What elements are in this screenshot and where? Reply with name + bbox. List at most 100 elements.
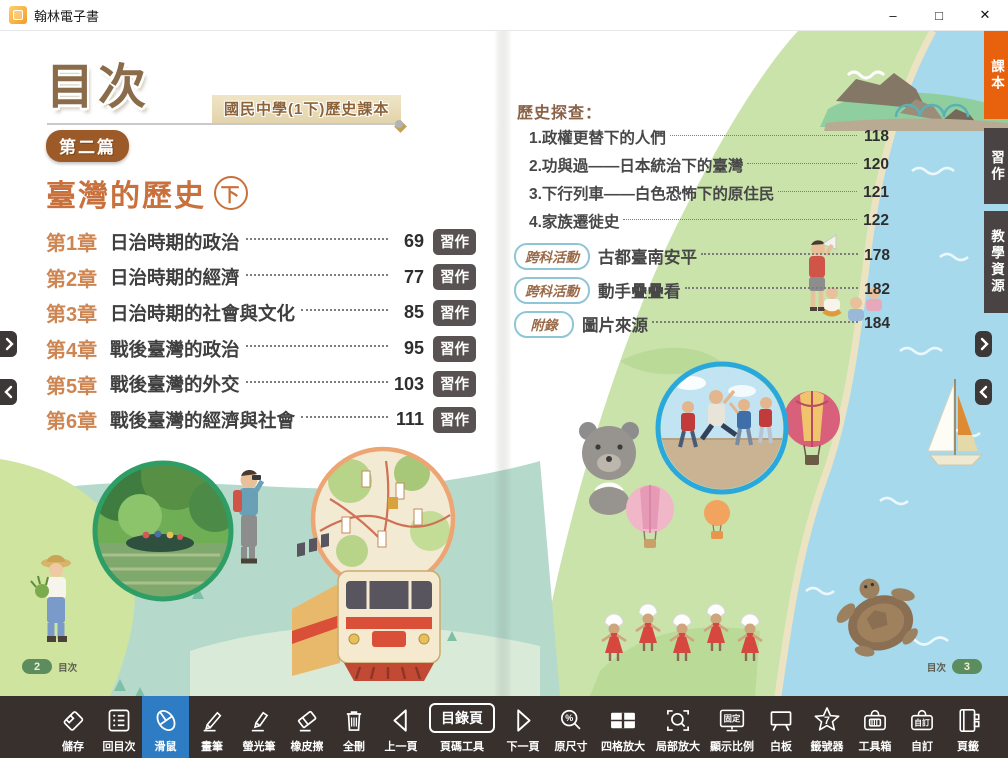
save-icon [56,705,90,736]
toolbar-eraser[interactable]: 橡皮擦 [283,696,331,758]
chapter-page: 111 [392,409,424,430]
chevron-left-icon [3,385,15,399]
tab-textbook[interactable]: 課本 [984,31,1008,119]
page-footer-label: 目次 [927,660,946,674]
window-controls: – □ ✕ [870,0,1008,30]
app-window: 翰林電子書 – □ ✕ [0,0,1008,757]
explore-row[interactable]: 1.政權更替下的人們 118 [529,123,889,151]
toolbar-highlighter[interactable]: 螢光筆 [235,696,283,758]
activity-row[interactable]: 跨科活動 動手疊疊看 182 [514,273,890,307]
page-footer-label: 目次 [58,660,77,674]
activity-list: 跨科活動 古都臺南安平 178 跨科活動 動手疊疊看 182 附錄 圖片來源 1… [514,239,890,341]
toolbar-save[interactable]: 儲存 [50,696,96,758]
toolbar-previous-page[interactable]: 上一頁 [377,696,425,758]
explore-list: 1.政權更替下的人們 118 2.功與過——日本統治下的臺灣 120 3.下行列… [529,123,889,235]
quad-zoom-icon [606,705,640,736]
section-title: 臺灣的歷史 下 [46,171,248,215]
chapter-row[interactable]: 第6章 戰後臺灣的經濟與社會 111 習作 [46,402,476,438]
next-page-icon [506,705,540,736]
workbook-badge[interactable]: 習作 [433,300,476,326]
explore-text: 3.下行列車——白色恐怖下的原住民 [529,182,774,204]
toolbar-display-scale[interactable]: 固定 顯示比例 [705,696,759,758]
whiteboard-icon [764,705,798,736]
tab-workbook[interactable]: 習作 [984,128,1008,204]
svg-text:自訂: 自訂 [914,717,930,727]
right-edge-back-button[interactable] [975,379,992,405]
workbook-badge[interactable]: 習作 [433,264,476,290]
original-size-icon: % [554,705,588,736]
toolbar-custom[interactable]: 自訂 自訂 [899,696,945,758]
chapter-number: 第5章 [46,370,110,399]
left-edge-forward-button[interactable] [0,331,17,357]
toolbar-original-size[interactable]: % 原尺寸 [547,696,595,758]
activity-row[interactable]: 附錄 圖片來源 184 [514,307,890,341]
bottom-toolbar: 儲存 回目次 滑鼠 畫筆 螢光筆 [0,696,1008,758]
chapter-number: 第6章 [46,405,110,434]
chapter-number: 第1章 [46,227,110,256]
toolbar-toolbox[interactable]: 工具箱 [851,696,899,758]
activity-row[interactable]: 跨科活動 古都臺南安平 178 [514,239,890,273]
workbook-badge[interactable]: 習作 [433,229,476,255]
explore-text: 2.功與過——日本統治下的臺灣 [529,154,743,176]
page-tabs-icon [951,705,985,736]
map-illustration-photo [313,449,453,589]
book-subtitle-ribbon: 國民中學(1下)歷史課本 [212,95,401,123]
page-number-pill: 2 [22,659,52,674]
section-title-text: 臺灣的歷史 [46,171,206,215]
chapter-row[interactable]: 第3章 日治時期的社會與文化 85 習作 [46,295,476,331]
chapter-page: 85 [392,302,424,323]
tab-teaching-resources[interactable]: 教學資源 [984,211,1008,313]
explore-row[interactable]: 3.下行列車——白色恐怖下的原住民 121 [529,179,889,207]
chevron-right-icon [3,337,15,351]
toolbar-delete-all[interactable]: 全刪 [331,696,377,758]
explore-heading: 歷史探查： [517,99,602,123]
chapter-number: 第3章 [46,298,110,327]
chapter-row[interactable]: 第1章 日治時期的政治 69 習作 [46,224,476,260]
maximize-button[interactable]: □ [916,0,962,30]
chapter-number: 第2章 [46,263,110,292]
minimize-button[interactable]: – [870,0,916,30]
chapter-row[interactable]: 第5章 戰後臺灣的外交 103 習作 [46,366,476,402]
toolbar-area-zoom[interactable]: 局部放大 [651,696,705,758]
lottery-star-icon: 7 [810,705,844,736]
close-button[interactable]: ✕ [962,0,1008,30]
pen-icon [195,705,229,736]
right-edge-forward-button[interactable] [975,331,992,357]
toolbar-page-tabs[interactable]: 頁籤 [945,696,991,758]
toolbar-number-picker[interactable]: 7 籤號器 [803,696,851,758]
custom-box-icon: 自訂 [905,705,939,736]
workbook-badge[interactable]: 習作 [433,371,476,397]
activity-pill: 跨科活動 [514,243,590,270]
chapter-row[interactable]: 第2章 日治時期的經濟 77 習作 [46,260,476,296]
chevron-right-icon [978,337,990,351]
dotted-leader [670,135,857,136]
toolbar-back-to-toc[interactable]: 回目次 [96,696,142,758]
highlighter-icon [242,705,276,736]
toolbar-quad-zoom[interactable]: 四格放大 [595,696,651,758]
left-edge-back-button[interactable] [0,379,17,405]
right-page-footer: 目次 3 [927,659,982,674]
toc-page-button[interactable]: 目錄頁 [429,703,495,733]
toolbar-pen[interactable]: 畫筆 [189,696,235,758]
activity-pill: 跨科活動 [514,277,590,304]
dotted-leader [747,163,857,164]
svg-text:固定: 固定 [724,713,741,723]
app-logo-icon [9,6,27,24]
workbook-badge[interactable]: 習作 [433,336,476,362]
toolbar-page-tool[interactable]: 目錄頁 頁碼工具 [425,696,499,758]
explore-row[interactable]: 2.功與過——日本統治下的臺灣 120 [529,151,889,179]
workbook-badge[interactable]: 習作 [433,407,476,433]
chapter-row[interactable]: 第4章 戰後臺灣的政治 95 習作 [46,331,476,367]
chapter-title: 戰後臺灣的經濟與社會 [110,407,295,433]
page-gutter [494,31,512,696]
part-badge: 第二篇 [46,130,129,162]
toolbar-next-page[interactable]: 下一頁 [499,696,547,758]
chapter-title: 日治時期的政治 [110,229,240,255]
chapter-page: 95 [392,338,424,359]
explore-page: 122 [861,212,889,230]
explore-row[interactable]: 4.家族遷徙史 122 [529,207,889,235]
toolbar-mouse[interactable]: 滑鼠 [142,696,189,758]
dotted-leader [246,238,388,240]
explore-text: 4.家族遷徙史 [529,210,619,232]
toolbar-whiteboard[interactable]: 白板 [759,696,803,758]
